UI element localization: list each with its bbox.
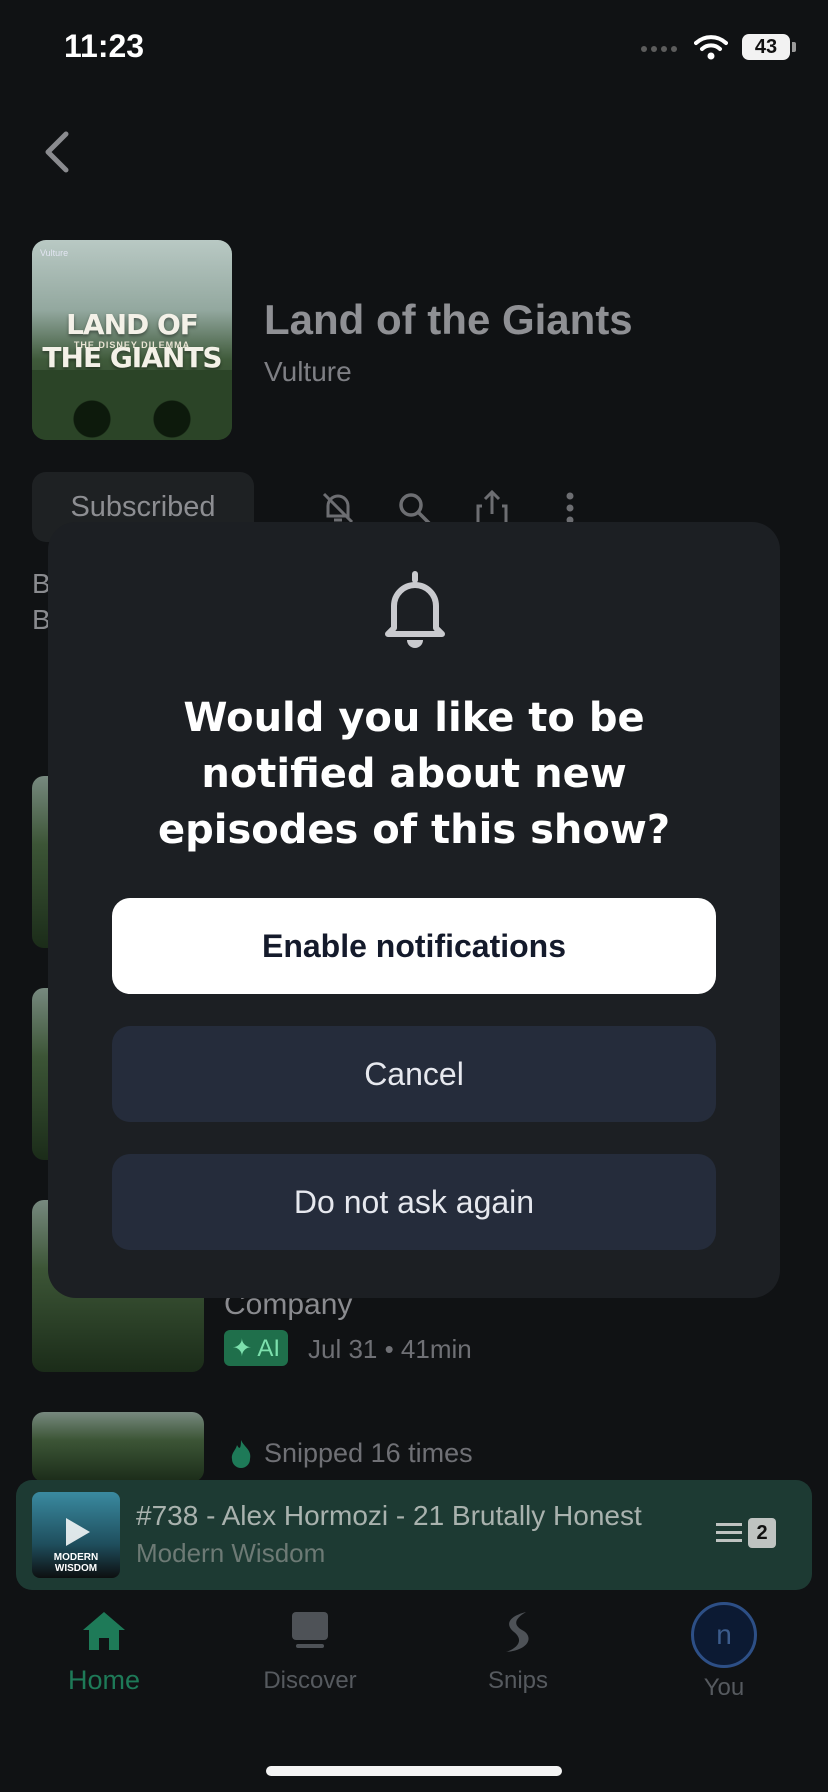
enable-notifications-button[interactable]: Enable notifications xyxy=(112,898,716,994)
tab-snips[interactable]: Snips xyxy=(428,1610,608,1695)
tab-label: Discover xyxy=(263,1667,357,1694)
player-art-label: MODERN WISDOM xyxy=(53,1552,99,1574)
dialog-question: Would you like to be notified about new … xyxy=(157,695,671,853)
tab-label: You xyxy=(703,1674,745,1701)
player-show-name: Modern Wisdom xyxy=(136,1538,326,1568)
home-indicator xyxy=(266,1766,562,1776)
avatar: n xyxy=(691,1602,757,1668)
artwork-brand: Vulture xyxy=(40,248,69,258)
wifi-icon xyxy=(694,35,728,60)
tab-label: Home xyxy=(67,1665,141,1695)
snipped-count: Snipped 16 times xyxy=(264,1438,473,1468)
tab-label: Snips xyxy=(487,1667,549,1694)
artwork-subtitle: THE DISNEY DILEMMA xyxy=(73,340,191,350)
snips-icon xyxy=(506,1612,529,1652)
flame-icon xyxy=(231,1440,251,1468)
home-icon xyxy=(83,1612,125,1650)
status-icons: 43 xyxy=(640,34,796,60)
queue-list-icon xyxy=(716,1523,742,1542)
tab-you[interactable]: n You xyxy=(634,1602,814,1702)
cancel-button[interactable]: Cancel xyxy=(112,1026,716,1122)
show-artwork: Vulture LAND OF THE GIANTS THE DISNEY DI… xyxy=(32,240,232,440)
mini-player[interactable]: MODERN WISDOM #738 - Alex Hormozi - 21 B… xyxy=(16,1480,812,1590)
back-chevron-icon[interactable] xyxy=(38,128,78,176)
signal-icon xyxy=(641,46,677,52)
artwork-maze xyxy=(32,370,232,440)
player-episode-title[interactable]: #738 - Alex Hormozi - 21 Brutally Honest xyxy=(136,1500,676,1532)
ai-badge: ✦ AI xyxy=(224,1330,288,1366)
player-artwork[interactable]: MODERN WISDOM xyxy=(32,1492,120,1578)
queue-count: 2 xyxy=(748,1518,776,1548)
do-not-ask-again-button[interactable]: Do not ask again xyxy=(112,1154,716,1250)
episode-thumbnail[interactable] xyxy=(32,1412,204,1482)
bell-icon xyxy=(385,571,445,648)
play-icon[interactable] xyxy=(60,1514,94,1550)
episode-meta: Jul 31 • 41min xyxy=(308,1334,472,1364)
discover-icon xyxy=(292,1612,328,1648)
notification-dialog: Would you like to be notified about new … xyxy=(48,522,780,1298)
queue-button[interactable]: 2 xyxy=(716,1518,776,1548)
show-author[interactable]: Vulture xyxy=(264,356,352,388)
show-title: Land of the Giants xyxy=(264,296,633,343)
tab-discover[interactable]: Discover xyxy=(220,1610,400,1695)
status-time: 11:23 xyxy=(64,28,145,64)
battery-indicator: 43 xyxy=(742,34,796,60)
tab-home[interactable]: Home xyxy=(14,1610,194,1696)
